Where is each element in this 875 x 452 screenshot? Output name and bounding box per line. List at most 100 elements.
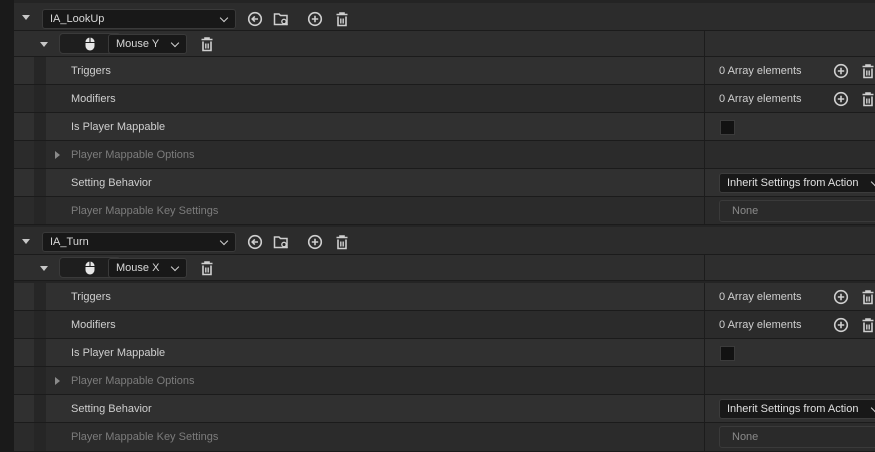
action-picker[interactable]: IA_Turn — [42, 232, 236, 252]
column-divider — [704, 169, 705, 196]
setting-behavior-dropdown[interactable]: Inherit Settings from Action — [719, 173, 875, 193]
delete-icon[interactable] — [860, 317, 875, 333]
chevron-down-icon — [219, 236, 229, 246]
key-settings-row: Player Mappable Key Settings None — [14, 423, 875, 452]
column-divider — [704, 395, 705, 422]
browse-folder-icon[interactable] — [273, 234, 289, 250]
indent-guide — [34, 283, 46, 310]
setting-behavior-value: Inherit Settings from Action — [727, 403, 859, 415]
column-divider — [704, 113, 705, 140]
delete-icon[interactable] — [199, 260, 215, 276]
add-icon[interactable] — [833, 91, 849, 107]
collapse-triangle-icon[interactable] — [22, 239, 30, 244]
add-icon[interactable] — [833, 317, 849, 333]
browse-folder-icon[interactable] — [273, 11, 289, 27]
triggers-row: Triggers 0 Array elements — [14, 283, 875, 311]
key-dropdown[interactable]: Mouse X — [108, 258, 187, 278]
is-player-mappable-label: Is Player Mappable — [71, 347, 166, 359]
action-row: IA_Turn — [14, 227, 875, 255]
action-row: IA_LookUp — [14, 3, 875, 31]
column-divider — [704, 255, 705, 280]
use-selected-icon[interactable] — [247, 234, 263, 250]
modifiers-value: 0 Array elements — [719, 319, 802, 331]
player-mappable-options-row[interactable]: Player Mappable Options — [14, 367, 875, 395]
is-player-mappable-row: Is Player Mappable — [14, 339, 875, 367]
mouse-icon — [82, 260, 98, 276]
indent-guide — [34, 85, 46, 112]
column-divider — [704, 367, 705, 394]
setting-behavior-row: Setting Behavior Inherit Settings from A… — [14, 169, 875, 197]
delete-icon[interactable] — [334, 11, 350, 27]
setting-behavior-label: Setting Behavior — [71, 403, 152, 415]
column-divider — [704, 283, 705, 310]
setting-behavior-row: Setting Behavior Inherit Settings from A… — [14, 395, 875, 423]
chevron-down-icon — [870, 403, 875, 413]
indent-guide — [34, 423, 46, 451]
triggers-row: Triggers 0 Array elements — [14, 57, 875, 85]
indent-guide — [34, 141, 46, 168]
indent-guide — [34, 57, 46, 84]
column-divider — [704, 339, 705, 366]
is-player-mappable-checkbox[interactable] — [720, 346, 735, 361]
delete-icon[interactable] — [860, 289, 875, 305]
key-settings-field[interactable]: None — [719, 426, 875, 448]
chevron-down-icon — [170, 38, 180, 48]
modifiers-row: Modifiers 0 Array elements — [14, 85, 875, 113]
key-settings-row: Player Mappable Key Settings None — [14, 197, 875, 225]
collapse-triangle-icon[interactable] — [22, 15, 30, 20]
triggers-label: Triggers — [71, 65, 111, 77]
column-divider — [704, 141, 705, 168]
add-icon[interactable] — [833, 63, 849, 79]
is-player-mappable-row: Is Player Mappable — [14, 113, 875, 141]
modifiers-label: Modifiers — [71, 319, 116, 331]
collapse-triangle-icon[interactable] — [40, 266, 48, 271]
delete-icon[interactable] — [334, 234, 350, 250]
column-divider — [704, 85, 705, 112]
key-row: Mouse Y — [14, 31, 875, 57]
modifiers-value: 0 Array elements — [719, 93, 802, 105]
chevron-down-icon — [219, 13, 229, 23]
collapse-triangle-icon[interactable] — [40, 42, 48, 47]
key-settings-value: None — [732, 205, 759, 217]
delete-icon[interactable] — [860, 63, 875, 79]
add-icon[interactable] — [833, 289, 849, 305]
key-settings-label: Player Mappable Key Settings — [71, 205, 219, 217]
key-name: Mouse Y — [116, 38, 160, 50]
add-icon[interactable] — [307, 11, 323, 27]
setting-behavior-label: Setting Behavior — [71, 177, 152, 189]
column-divider — [704, 423, 705, 451]
chevron-down-icon — [870, 177, 875, 187]
indent-guide — [34, 339, 46, 366]
left-gutter — [0, 0, 14, 452]
is-player-mappable-checkbox[interactable] — [720, 120, 735, 135]
action-picker[interactable]: IA_LookUp — [42, 9, 236, 29]
is-player-mappable-label: Is Player Mappable — [71, 121, 166, 133]
triggers-value: 0 Array elements — [719, 291, 802, 303]
player-mappable-options-label: Player Mappable Options — [71, 149, 195, 161]
key-settings-field[interactable]: None — [719, 200, 875, 222]
expand-triangle-icon[interactable] — [55, 377, 60, 385]
add-icon[interactable] — [307, 234, 323, 250]
setting-behavior-dropdown[interactable]: Inherit Settings from Action — [719, 399, 875, 419]
column-divider — [704, 57, 705, 84]
setting-behavior-value: Inherit Settings from Action — [727, 177, 859, 189]
player-mappable-options-label: Player Mappable Options — [71, 375, 195, 387]
triggers-value: 0 Array elements — [719, 65, 802, 77]
delete-icon[interactable] — [199, 36, 215, 52]
modifiers-row: Modifiers 0 Array elements — [14, 311, 875, 339]
indent-guide — [34, 367, 46, 394]
triggers-label: Triggers — [71, 291, 111, 303]
column-divider — [704, 31, 705, 56]
expand-triangle-icon[interactable] — [55, 151, 60, 159]
column-divider — [704, 197, 705, 224]
player-mappable-options-row[interactable]: Player Mappable Options — [14, 141, 875, 169]
action-name: IA_Turn — [50, 236, 89, 248]
key-settings-value: None — [732, 431, 759, 443]
key-dropdown[interactable]: Mouse Y — [108, 34, 187, 54]
use-selected-icon[interactable] — [247, 11, 263, 27]
column-divider — [704, 311, 705, 338]
mouse-icon — [82, 36, 98, 52]
delete-icon[interactable] — [860, 91, 875, 107]
indent-guide — [34, 113, 46, 140]
action-name: IA_LookUp — [50, 13, 105, 25]
